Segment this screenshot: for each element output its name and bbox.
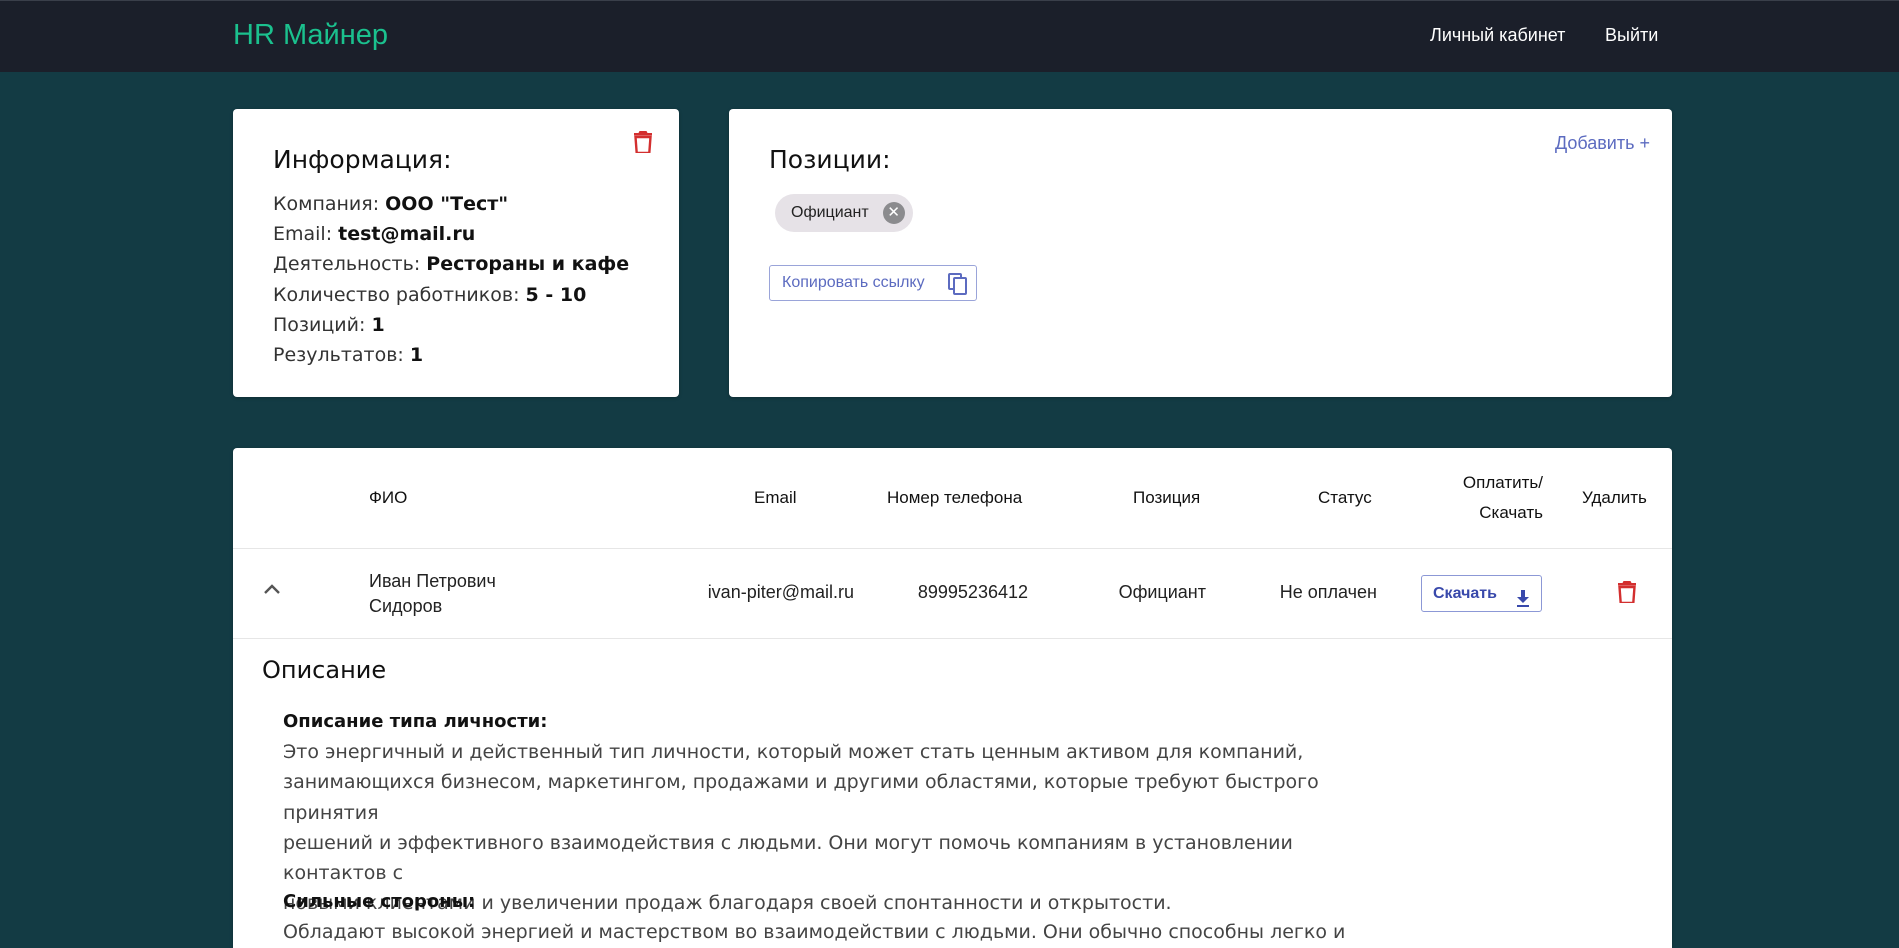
position-chip[interactable]: Официант ✕ [775, 194, 913, 232]
header-status: Статус [1318, 488, 1372, 507]
info-title: Информация: [273, 145, 452, 174]
header-delete: Удалить [1582, 488, 1647, 507]
personality-heading: Описание типа личности: [283, 711, 548, 732]
info-email-row: Email: test@mail.ru [273, 223, 476, 246]
info-results-row: Результатов: 1 [273, 344, 424, 367]
description-title: Описание [262, 656, 387, 684]
info-card: Информация: Компания: ООО "Тест" Email: … [233, 109, 679, 397]
activity-value: Рестораны и кафе [426, 253, 630, 276]
chevron-up-icon[interactable] [263, 580, 281, 599]
brand-logo[interactable]: HR Майнер [233, 19, 388, 52]
positions-card: Позиции: Добавить + Официант ✕ Копироват… [729, 109, 1672, 397]
header-position: Позиция [1133, 488, 1201, 507]
info-workers-row: Количество работников: 5 - 10 [273, 283, 587, 306]
header-phone: Номер телефона [887, 488, 1023, 507]
row-status: Не оплачен [1279, 582, 1377, 602]
header-email: Email [754, 488, 797, 507]
company-value: ООО "Тест" [385, 193, 509, 215]
delete-row-trash-icon[interactable] [1618, 581, 1636, 603]
copy-link-label: Копировать ссылку [782, 274, 925, 291]
info-activity-row: Деятельность: Рестораны и кафе [273, 253, 630, 276]
row-position: Официант [1118, 582, 1206, 602]
delete-company-trash-icon[interactable] [634, 131, 652, 153]
header-pay-download: Оплатить/ Скачать [1462, 473, 1543, 522]
strengths-heading: Сильные стороны: [283, 891, 476, 912]
row-phone: 89995236412 [917, 582, 1028, 602]
top-navbar: HR Майнер Личный кабинет Выйти [0, 0, 1899, 72]
header-name: ФИО [369, 488, 408, 507]
nav-logout[interactable]: Выйти [1605, 25, 1658, 46]
copy-link-button[interactable]: Копировать ссылку [769, 265, 977, 301]
download-label: Скачать [1433, 585, 1497, 602]
positions-count: 1 [371, 313, 385, 336]
download-icon [1516, 585, 1530, 620]
header-divider [233, 548, 1672, 549]
position-chip-label: Официант [791, 204, 869, 221]
row-divider [233, 638, 1672, 639]
info-positions-row: Позиций: 1 [273, 313, 385, 336]
download-button[interactable]: Скачать [1421, 575, 1542, 612]
copy-icon [948, 273, 968, 308]
strengths-text: Обладают высокой энергией и мастерством … [283, 921, 1346, 943]
email-value: test@mail.ru [338, 223, 476, 246]
info-company-row: Компания: ООО "Тест" [273, 193, 509, 215]
workers-value: 5 - 10 [525, 283, 587, 306]
positions-title: Позиции: [769, 145, 891, 174]
info-details: Компания: ООО "Тест" Email: test@mail.ru… [273, 189, 629, 370]
add-position-link[interactable]: Добавить + [1555, 133, 1650, 154]
results-table: ФИО Email Номер телефона Позиция Статус … [233, 448, 1672, 948]
close-circle-icon[interactable]: ✕ [882, 202, 905, 224]
row-email: ivan-piter@mail.ru [707, 582, 854, 602]
results-count: 1 [409, 344, 424, 367]
nav-personal-cabinet[interactable]: Личный кабинет [1430, 25, 1565, 46]
row-name: Иван Петрович Сидоров [369, 571, 496, 616]
